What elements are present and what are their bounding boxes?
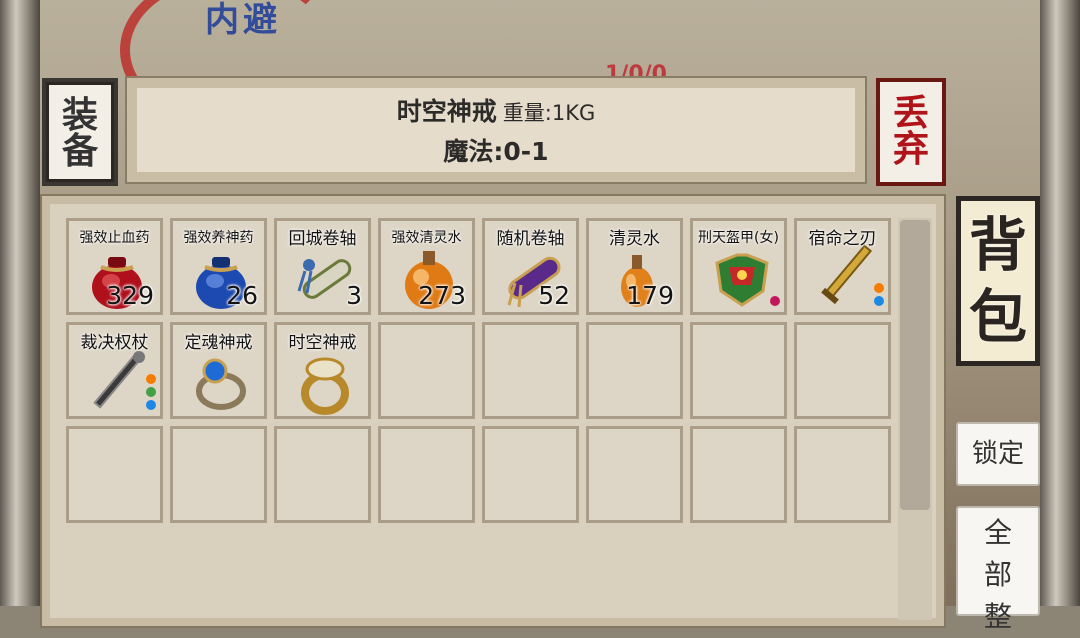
item-gem-indicators xyxy=(770,296,780,306)
inventory-slot-empty[interactable] xyxy=(794,322,891,419)
inventory-slot-empty[interactable] xyxy=(170,426,267,523)
item-count: 26 xyxy=(226,281,258,310)
inventory-slot[interactable]: 裁决权杖 xyxy=(66,322,163,419)
item-label: 回城卷轴 xyxy=(288,229,357,249)
sort-all-char-2: 部 xyxy=(983,558,1012,591)
inventory-grid: 强效止血药 329 强效养神药 26 回城卷轴 3 强效清灵水 273 随机卷轴 52 清灵水 179… xyxy=(66,218,896,523)
discard-char-1: 丢 xyxy=(892,93,929,134)
inventory-slot-empty[interactable] xyxy=(794,426,891,523)
inventory-slot-empty[interactable] xyxy=(66,426,163,523)
inventory-slot[interactable]: 强效止血药 329 xyxy=(66,218,163,315)
inventory-slot-empty[interactable] xyxy=(586,426,683,523)
item-label: 强效养神药 xyxy=(183,230,254,246)
item-label: 刑天盔甲(女) xyxy=(698,230,779,246)
item-label: 强效清灵水 xyxy=(391,230,462,246)
item-count: 179 xyxy=(626,281,674,310)
gold-ring-icon xyxy=(291,347,361,416)
armor-icon xyxy=(707,243,777,312)
item-label: 宿命之刃 xyxy=(808,229,877,249)
item-label: 清灵水 xyxy=(609,229,660,249)
inventory-slot-empty[interactable] xyxy=(482,426,579,523)
item-label: 定魂神戒 xyxy=(184,333,253,353)
inventory-slot-empty[interactable] xyxy=(586,322,683,419)
equip-tab[interactable]: 装 备 xyxy=(42,78,118,186)
inventory-slot[interactable]: 刑天盔甲(女) xyxy=(690,218,787,315)
gem-dot xyxy=(874,283,884,293)
inventory-slot[interactable]: 清灵水 179 xyxy=(586,218,683,315)
item-weight: 重量:1KG xyxy=(502,101,596,125)
gem-dot xyxy=(146,387,156,397)
item-count: 273 xyxy=(418,281,466,310)
scepter-icon xyxy=(83,347,153,416)
sword-icon xyxy=(811,243,881,312)
lock-button[interactable]: 锁定 xyxy=(956,422,1040,486)
item-name: 时空神戒 xyxy=(396,97,497,126)
gem-dot xyxy=(874,296,884,306)
bag-tab-char-2: 包 xyxy=(968,283,1027,351)
item-label: 随机卷轴 xyxy=(496,229,565,249)
equip-tab-char-1: 装 xyxy=(61,95,98,136)
inventory-slot-empty[interactable] xyxy=(690,322,787,419)
inventory-slot[interactable]: 随机卷轴 52 xyxy=(482,218,579,315)
blue-ring-icon xyxy=(187,347,257,416)
inventory-slot-empty[interactable] xyxy=(378,426,475,523)
sort-all-char-3: 整 xyxy=(983,600,1012,633)
inventory-slot-empty[interactable] xyxy=(482,322,579,419)
sort-all-button[interactable]: 全 部 整 xyxy=(956,506,1040,633)
discard-button[interactable]: 丢 弃 xyxy=(876,78,946,186)
item-magic: 魔法:0-1 xyxy=(443,137,549,166)
inventory-slot[interactable]: 强效清灵水 273 xyxy=(378,218,475,315)
inventory-slot[interactable]: 回城卷轴 3 xyxy=(274,218,371,315)
bag-tab-char-1: 背 xyxy=(968,211,1027,279)
discard-char-2: 弃 xyxy=(892,129,929,170)
gem-dot xyxy=(770,296,780,306)
bag-panel: 强效止血药 329 强效养神药 26 回城卷轴 3 强效清灵水 273 随机卷轴 52 清灵水 179… xyxy=(40,194,946,628)
inventory-slot-empty[interactable] xyxy=(690,426,787,523)
inventory-scrollbar-thumb[interactable] xyxy=(900,220,930,510)
inventory-slot[interactable]: 宿命之刃 xyxy=(794,218,891,315)
item-count: 52 xyxy=(538,281,570,310)
item-label: 裁决权杖 xyxy=(80,333,149,353)
item-count: 3 xyxy=(346,281,362,310)
inventory-slot[interactable]: 定魂神戒 xyxy=(170,322,267,419)
bag-tab[interactable]: 背 包 xyxy=(956,196,1040,366)
gem-dot xyxy=(146,400,156,410)
item-gem-indicators xyxy=(874,283,884,306)
sort-all-char-1: 全 xyxy=(983,516,1012,549)
inventory-slot[interactable]: 强效养神药 26 xyxy=(170,218,267,315)
inventory-slot-empty[interactable] xyxy=(274,426,371,523)
equip-tab-char-2: 备 xyxy=(61,131,98,172)
inventory-slot[interactable]: 时空神戒 xyxy=(274,322,371,419)
right-frame-rail xyxy=(1040,0,1080,606)
inventory-slot-empty[interactable] xyxy=(378,322,475,419)
item-info-panel: 时空神戒 重量:1KG 魔法:0-1 xyxy=(125,76,867,184)
item-label: 时空神戒 xyxy=(288,333,357,353)
left-frame-rail xyxy=(0,0,40,606)
item-gem-indicators xyxy=(146,374,156,410)
item-count: 329 xyxy=(106,281,154,310)
scene-title-fragment: 内避 xyxy=(205,0,281,40)
item-label: 强效止血药 xyxy=(79,230,150,246)
gem-dot xyxy=(146,374,156,384)
